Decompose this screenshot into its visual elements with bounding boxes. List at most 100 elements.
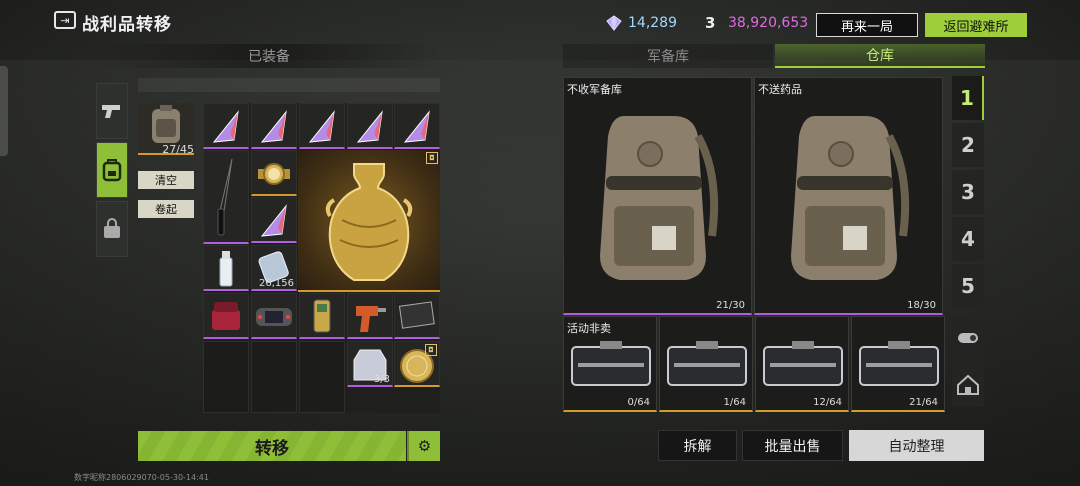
ring-box-icon bbox=[212, 302, 240, 330]
golden-vase-icon bbox=[325, 163, 413, 281]
fang-item-icon bbox=[308, 110, 335, 143]
quality-badge-icon: ◘ bbox=[425, 344, 437, 356]
inventory-cell-fang-1[interactable] bbox=[203, 103, 249, 149]
inventory-cell-knife[interactable] bbox=[203, 150, 249, 244]
footer-id: 数字昵称2806029070-05-30-14:41 bbox=[74, 473, 209, 482]
metal-case-icon bbox=[571, 341, 651, 386]
gem-balance: 14,289 bbox=[628, 15, 677, 31]
clear-button[interactable]: 清空 bbox=[138, 171, 194, 189]
category-weapon[interactable] bbox=[96, 83, 128, 139]
coin-icon: 3 bbox=[705, 14, 716, 32]
inventory-cell-drill[interactable] bbox=[347, 293, 393, 339]
category-backpack[interactable] bbox=[96, 142, 128, 198]
phone-icon bbox=[313, 299, 331, 333]
tab-armory[interactable]: 军备库 bbox=[563, 44, 773, 68]
equipped-bar bbox=[138, 78, 440, 92]
storage-box-2[interactable]: 不送药品 18/30 bbox=[754, 77, 943, 315]
metal-case-icon bbox=[763, 341, 843, 386]
spray-bottle-icon bbox=[219, 251, 233, 287]
return-shelter-button[interactable]: 返回避难所 bbox=[925, 13, 1027, 37]
fang-item-icon bbox=[212, 110, 239, 143]
roll-up-button[interactable]: 卷起 bbox=[138, 200, 194, 218]
backpack-icon bbox=[102, 159, 122, 182]
storage-case-count: 21/64 bbox=[909, 397, 938, 408]
inventory-cell-fang-5[interactable] bbox=[394, 103, 440, 149]
storage-case-2[interactable]: 1/64 bbox=[659, 316, 753, 412]
quality-badge-icon: ◘ bbox=[426, 152, 438, 164]
bulk-sell-button[interactable]: 批量出售 bbox=[742, 430, 843, 461]
page-home[interactable] bbox=[952, 363, 984, 407]
gear-icon: ⚙ bbox=[417, 437, 432, 455]
transfer-settings-button[interactable]: ⚙ bbox=[407, 431, 440, 461]
play-again-button[interactable]: 再来一局 bbox=[816, 13, 918, 37]
inventory-cell-empty-2[interactable] bbox=[251, 341, 297, 413]
drill-icon bbox=[356, 306, 386, 332]
page-4[interactable]: 4 bbox=[952, 217, 984, 261]
inventory-cell-fang-4[interactable] bbox=[347, 103, 393, 149]
inventory-cell-fang-2[interactable] bbox=[251, 103, 297, 149]
storage-case-count: 1/64 bbox=[723, 397, 746, 408]
lock-case-icon bbox=[104, 218, 120, 238]
storage-case-3[interactable]: 12/64 bbox=[755, 316, 849, 412]
inventory-cell-golden-vase[interactable]: ◘ bbox=[298, 150, 440, 292]
equipped-title-label: 已装备 bbox=[248, 49, 290, 65]
inventory-cell-tablet[interactable] bbox=[394, 293, 440, 339]
storage-box-label: 不收军备库 bbox=[567, 83, 622, 96]
pistol-icon bbox=[102, 105, 120, 118]
storage-case-1[interactable]: 活动非卖 0/64 bbox=[563, 316, 657, 412]
metal-case-icon bbox=[667, 341, 747, 386]
page-3[interactable]: 3 bbox=[952, 170, 984, 214]
dismantle-button[interactable]: 拆解 bbox=[658, 430, 737, 461]
tag-icon bbox=[958, 333, 978, 343]
inventory-cell-ring-box[interactable] bbox=[203, 293, 249, 339]
page-5[interactable]: 5 bbox=[952, 264, 984, 308]
gold-watch-icon bbox=[258, 163, 290, 185]
inventory-cell-empty-1[interactable] bbox=[203, 341, 249, 413]
inventory-cell-phone[interactable] bbox=[299, 293, 345, 339]
home-icon bbox=[957, 374, 979, 395]
storage-case-count: 12/64 bbox=[813, 397, 842, 408]
tape-count: 26,156 bbox=[259, 278, 294, 289]
fang-item-icon bbox=[403, 110, 430, 143]
side-handle[interactable] bbox=[0, 66, 8, 156]
backpack-capacity: 27/45 bbox=[162, 143, 194, 156]
coin-balance: 38,920,653 bbox=[728, 15, 809, 31]
armor-plate-count: 3/3 bbox=[373, 374, 390, 385]
page-1[interactable]: 1 bbox=[952, 76, 984, 120]
metal-case-icon bbox=[859, 341, 939, 386]
inventory-cell-armor-plate[interactable]: 3/3 bbox=[347, 341, 393, 387]
storage-case-label: 活动非卖 bbox=[567, 322, 611, 335]
knife-icon bbox=[217, 158, 233, 236]
fang-item-icon bbox=[260, 204, 287, 237]
handheld-console-icon bbox=[256, 308, 292, 326]
storage-box-label: 不送药品 bbox=[758, 83, 802, 96]
storage-case-4[interactable]: 21/64 bbox=[851, 316, 945, 412]
fang-item-icon bbox=[356, 110, 383, 143]
inventory-cell-empty-3[interactable] bbox=[299, 341, 345, 413]
inventory-cell-console[interactable] bbox=[251, 293, 297, 339]
fang-item-icon bbox=[260, 110, 287, 143]
inventory-cell-fang-6[interactable] bbox=[251, 197, 297, 243]
equipped-section-title: 已装备 bbox=[96, 44, 442, 68]
storage-box-count: 18/30 bbox=[907, 300, 936, 311]
inventory-cell-watch[interactable] bbox=[251, 150, 297, 196]
exit-icon[interactable]: ⇥ bbox=[54, 11, 76, 29]
storage-case-count: 0/64 bbox=[627, 397, 650, 408]
page-title: 战利品转移 bbox=[82, 15, 172, 35]
inventory-cell-spray[interactable] bbox=[203, 245, 249, 291]
storage-box-count: 21/30 bbox=[716, 300, 745, 311]
backpack-image bbox=[791, 116, 910, 280]
page-2[interactable]: 2 bbox=[952, 123, 984, 167]
tab-storage[interactable]: 仓库 bbox=[775, 44, 985, 68]
backpack-image bbox=[600, 116, 719, 280]
inventory-cell-medal[interactable]: ◘ bbox=[394, 341, 440, 387]
page-tag[interactable] bbox=[952, 316, 984, 360]
tablet-icon bbox=[398, 301, 435, 329]
transfer-button[interactable]: 转移 bbox=[138, 431, 406, 461]
storage-box-1[interactable]: 不收军备库 21/30 bbox=[563, 77, 752, 315]
category-case[interactable] bbox=[96, 201, 128, 257]
diamond-icon bbox=[606, 15, 622, 31]
inventory-cell-tape[interactable]: 26,156 bbox=[251, 245, 297, 291]
inventory-cell-fang-3[interactable] bbox=[299, 103, 345, 149]
auto-sort-button[interactable]: 自动整理 bbox=[849, 430, 984, 461]
